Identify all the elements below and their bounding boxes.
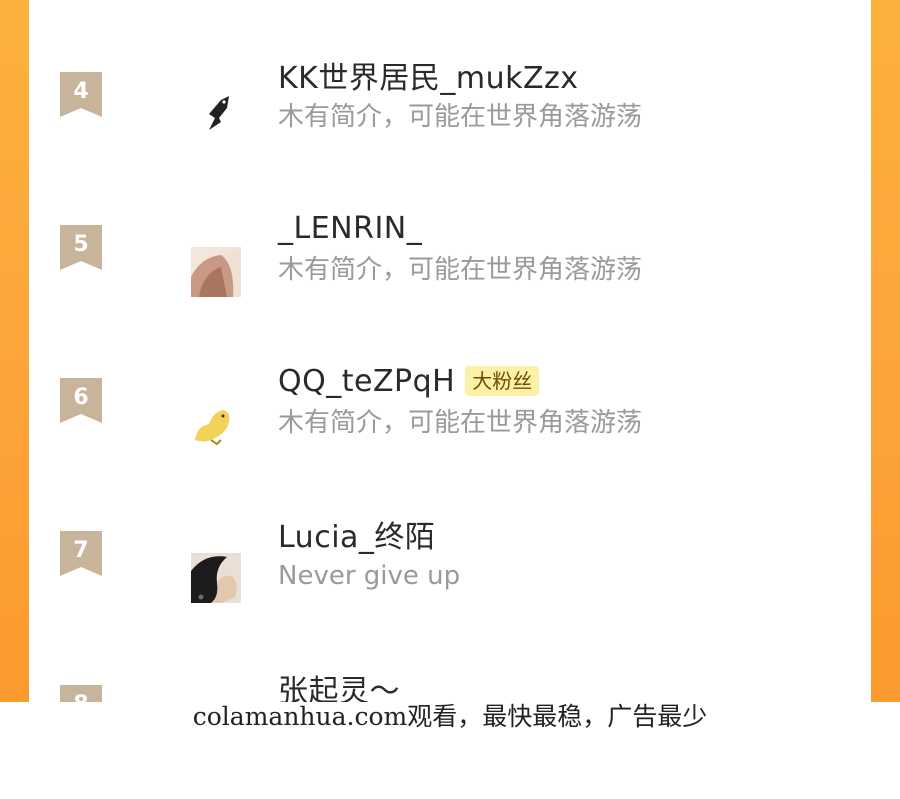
user-name[interactable]: 张起灵～ [278,666,400,702]
user-name[interactable]: QQ_teZPqH [278,364,455,399]
rank-badge: 6 [60,378,102,423]
list-item[interactable]: 6 QQ_teZPqH 大粉丝 木有简介，可能在世界角落游荡 [29,306,871,459]
user-bio: Never give up [278,561,461,591]
rank-badge: 7 [60,531,102,576]
screen: 4 KK世界居民_mukZzx 木有简介，可能在世界角落游荡 5 _LENRIN… [0,0,900,799]
illustration-avatar[interactable] [191,247,241,297]
user-name-line: _LENRIN_ [278,208,422,248]
user-name[interactable]: KK世界居民_mukZzx [278,53,579,97]
fan-badge: 大粉丝 [465,366,540,396]
user-bio: 木有简介，可能在世界角落游荡 [278,255,643,285]
user-bio: 木有简介，可能在世界角落游荡 [278,102,643,132]
user-name-line: Lucia_终陌 [278,512,435,556]
user-bio: 木有简介，可能在世界角落游荡 [278,408,643,438]
user-name-line: QQ_teZPqH 大粉丝 [278,361,540,401]
fan-ranking-list: 4 KK世界居民_mukZzx 木有简介，可能在世界角落游荡 5 _LENRIN… [29,0,871,702]
fish-sticker-avatar[interactable] [191,88,241,138]
yellow-duck-avatar[interactable] [191,400,241,450]
user-name-line: 张起灵～ [278,668,400,702]
user-name[interactable]: Lucia_终陌 [278,512,435,556]
list-item[interactable]: 7 Lucia_终陌 Never give up [29,459,871,612]
dark-hair-avatar[interactable] [191,553,241,603]
rank-badge: 5 [60,225,102,270]
list-item[interactable]: 5 _LENRIN_ 木有简介，可能在世界角落游荡 [29,153,871,306]
list-item[interactable]: 8 张起灵～ [29,612,871,702]
user-name[interactable]: _LENRIN_ [278,211,422,246]
user-name-line: KK世界居民_mukZzx [278,53,579,97]
orange-frame: 4 KK世界居民_mukZzx 木有简介，可能在世界角落游荡 5 _LENRIN… [0,0,900,702]
rank-badge: 4 [60,72,102,117]
list-item[interactable]: 4 KK世界居民_mukZzx 木有简介，可能在世界角落游荡 [29,0,871,153]
watermark-text: colamanhua.com观看，最快最稳，广告最少 [192,702,708,731]
